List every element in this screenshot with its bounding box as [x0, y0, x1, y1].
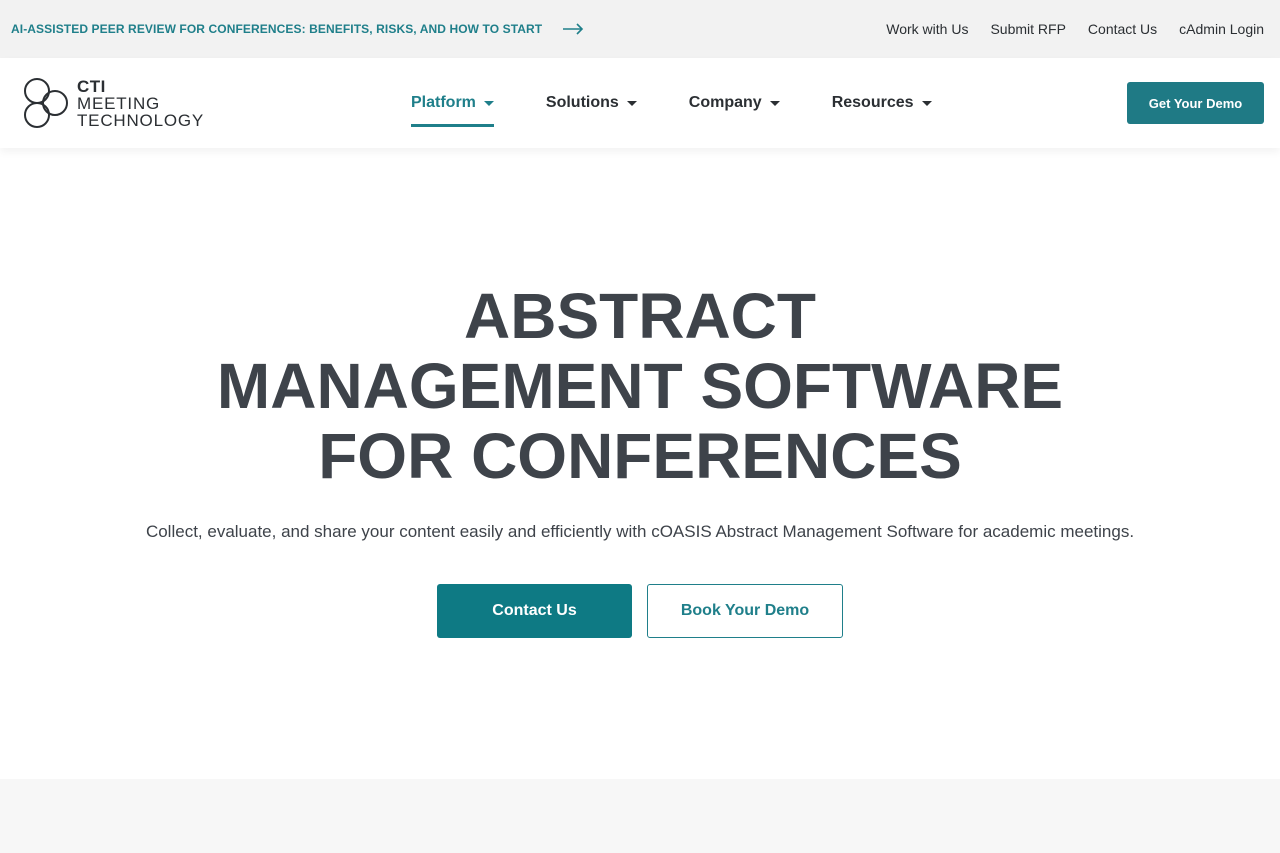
- announcement-link[interactable]: AI-ASSISTED PEER REVIEW FOR CONFERENCES:…: [11, 22, 584, 36]
- nav-company-label: Company: [688, 94, 762, 111]
- utility-links: Work with Us Submit RFP Contact Us cAdmi…: [886, 21, 1264, 37]
- work-with-us-link[interactable]: Work with Us: [886, 21, 968, 37]
- hero-title-line-1: ABSTRACT: [464, 280, 816, 352]
- site-logo[interactable]: CTI MEETING TECHNOLOGY: [21, 76, 411, 130]
- next-section-band: [0, 779, 1280, 853]
- caret-down-icon: [921, 100, 932, 106]
- hero-subtitle: Collect, evaluate, and share your conten…: [145, 522, 1135, 541]
- hero-title-line-2: MANAGEMENT SOFTWARE: [216, 350, 1064, 422]
- cadmin-login-link[interactable]: cAdmin Login: [1179, 21, 1264, 37]
- nav-platform-label: Platform: [411, 94, 476, 111]
- logo-line-cti: CTI: [77, 76, 106, 96]
- hero-title-line-3: FOR CONFERENCES: [318, 420, 962, 492]
- logo-wordmark: CTI MEETING TECHNOLOGY: [77, 78, 204, 129]
- contact-us-link[interactable]: Contact Us: [1088, 21, 1157, 37]
- arrow-right-icon: [563, 23, 584, 35]
- caret-down-icon: [769, 100, 780, 106]
- hero-section: ABSTRACT MANAGEMENT SOFTWARE FOR CONFERE…: [0, 148, 1280, 779]
- contact-us-button[interactable]: Contact Us: [437, 584, 632, 638]
- top-bar: AI-ASSISTED PEER REVIEW FOR CONFERENCES:…: [0, 0, 1280, 58]
- get-your-demo-button[interactable]: Get Your Demo: [1127, 82, 1264, 124]
- submit-rfp-link[interactable]: Submit RFP: [990, 21, 1065, 37]
- hero-title: ABSTRACT MANAGEMENT SOFTWARE FOR CONFERE…: [217, 281, 1063, 491]
- logo-line-meeting: MEETING: [77, 93, 161, 113]
- nav-resources-label: Resources: [831, 94, 914, 111]
- nav-platform[interactable]: Platform: [411, 79, 494, 127]
- primary-nav: Platform Solutions Company Resources: [411, 79, 1127, 127]
- nav-resources[interactable]: Resources: [832, 79, 932, 127]
- nav-company[interactable]: Company: [689, 79, 780, 127]
- logo-line-technology: TECHNOLOGY: [77, 110, 205, 130]
- book-your-demo-button[interactable]: Book Your Demo: [647, 584, 843, 638]
- nav-solutions-label: Solutions: [545, 94, 619, 111]
- caret-down-icon: [483, 100, 494, 106]
- caret-down-icon: [626, 100, 637, 106]
- cti-knot-logo-icon: [24, 78, 68, 128]
- nav-solutions[interactable]: Solutions: [546, 79, 637, 127]
- hero-cta-group: Contact Us Book Your Demo: [437, 584, 843, 638]
- main-header: CTI MEETING TECHNOLOGY Platform Solution…: [0, 58, 1280, 148]
- announcement-text: AI-ASSISTED PEER REVIEW FOR CONFERENCES:…: [11, 22, 543, 36]
